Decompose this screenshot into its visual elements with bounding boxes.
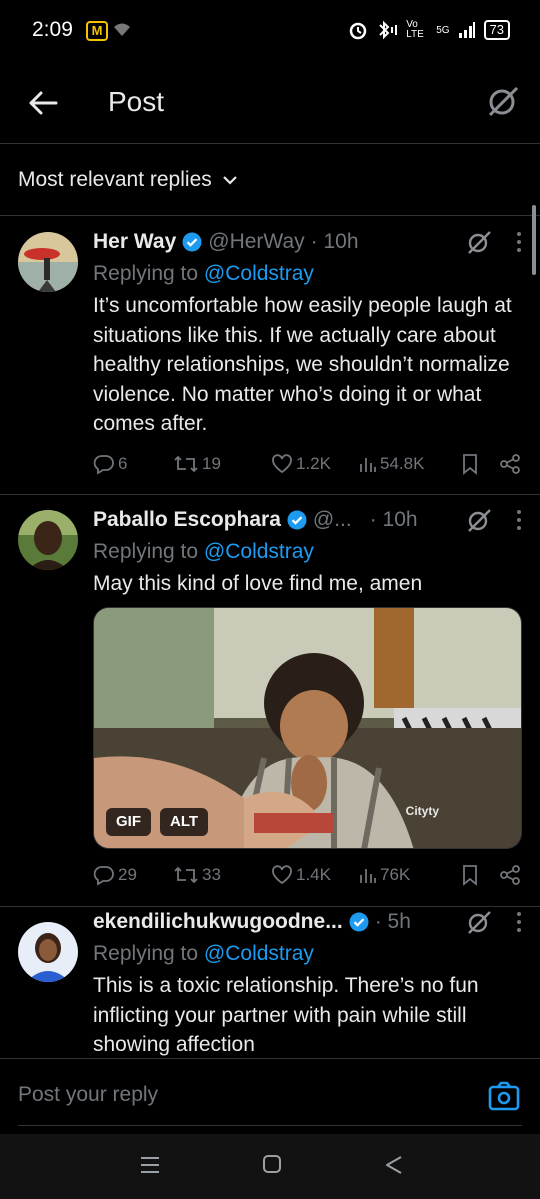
status-time: 2:09 <box>32 18 73 41</box>
alarm-icon <box>349 22 367 40</box>
tweet-actions: 29 33 1.4K 76K <box>93 864 522 886</box>
reply-input-underline <box>18 1125 522 1126</box>
reply-tweet[interactable]: ekendilichukwugoodne... · 5h Replying to… <box>0 907 540 1058</box>
views-icon <box>360 458 376 472</box>
replying-to: Replying to @Coldstray <box>93 942 314 965</box>
chevron-down-icon <box>222 175 237 185</box>
home-icon[interactable] <box>262 1154 282 1174</box>
tweet-text: This is a toxic relationship. There’s no… <box>93 974 479 1056</box>
replying-to: Replying to @Coldstray <box>93 540 314 563</box>
share-icon[interactable] <box>499 453 521 475</box>
replying-to-handle[interactable]: @Coldstray <box>204 262 314 285</box>
alt-text-button[interactable]: ALT <box>160 807 209 836</box>
page-title: Post <box>108 86 165 117</box>
share-icon[interactable] <box>499 864 521 886</box>
avatar[interactable] <box>18 510 78 570</box>
back-arrow-icon[interactable] <box>26 86 60 120</box>
replies-feed: Her Way @HerWay · 10h Replying to @Colds… <box>0 217 540 1058</box>
repost-count: 33 <box>202 865 221 884</box>
back-icon[interactable] <box>384 1154 404 1176</box>
reply-button[interactable]: 29 <box>93 864 173 886</box>
views-button[interactable]: 76K <box>359 865 459 885</box>
gif-media[interactable]: GIF ALT Cityty <box>93 606 522 849</box>
system-nav-bar <box>0 1134 540 1199</box>
bluetooth-icon <box>379 20 398 40</box>
like-button[interactable]: 1.2K <box>271 454 359 474</box>
reply-input[interactable]: Post your reply <box>18 1083 158 1107</box>
more-options-icon[interactable] <box>516 911 522 933</box>
post-time: · 5h <box>374 910 411 933</box>
views-button[interactable]: 54.8K <box>359 454 459 474</box>
more-options-icon[interactable] <box>516 509 522 531</box>
top-app-bar: Post <box>0 62 540 144</box>
replying-to-handle[interactable]: @Coldstray <box>204 540 314 563</box>
bookmark-icon[interactable] <box>461 864 479 886</box>
avatar[interactable] <box>18 232 78 292</box>
tweet-actions: 6 19 1.2K 54.8K <box>93 453 522 475</box>
media-watermark: Cityty <box>405 803 439 818</box>
like-count: 1.4K <box>296 865 331 884</box>
repost-icon <box>174 866 198 884</box>
signal-icon <box>458 22 475 38</box>
reply-count: 6 <box>118 454 128 473</box>
replying-to: Replying to @Coldstray <box>93 262 314 285</box>
author-name[interactable]: ekendilichukwugoodne... <box>93 910 343 934</box>
battery-level: 73 <box>483 20 510 40</box>
gif-badge: GIF <box>106 807 151 836</box>
avatar[interactable] <box>18 922 78 982</box>
volte-label: Vo LTE <box>406 19 424 40</box>
verified-badge-icon <box>182 232 202 252</box>
grok-icon[interactable] <box>486 84 520 118</box>
reply-tweet[interactable]: Paballo Escophara @... · 10h Replying to… <box>0 495 540 907</box>
post-time: · 10h <box>310 230 359 253</box>
reply-composer: Post your reply <box>0 1058 540 1134</box>
view-count: 76K <box>380 865 411 884</box>
wifi-icon <box>114 23 130 36</box>
post-time: · 10h <box>369 508 418 531</box>
views-icon <box>360 869 376 883</box>
network-label: 5G <box>436 24 450 36</box>
author-name[interactable]: Her Way <box>93 230 176 254</box>
replying-to-handle[interactable]: @Coldstray <box>204 942 314 965</box>
reply-tweet[interactable]: Her Way @HerWay · 10h Replying to @Colds… <box>0 217 540 495</box>
repost-button[interactable]: 33 <box>173 864 271 886</box>
heart-icon <box>272 454 292 474</box>
author-handle[interactable]: @HerWay <box>208 230 304 254</box>
reply-button[interactable]: 6 <box>93 453 173 475</box>
bookmark-icon[interactable] <box>461 453 479 475</box>
tweet-text: It’s uncomfortable how easily people lau… <box>93 294 512 435</box>
repost-count: 19 <box>202 454 221 473</box>
tweet-text: May this kind of love find me, amen <box>93 572 423 595</box>
reply-icon <box>93 455 114 475</box>
status-icons: Vo LTE 5G 73 <box>348 20 510 40</box>
author-name[interactable]: Paballo Escophara <box>93 508 281 532</box>
view-count: 54.8K <box>380 454 425 473</box>
reply-icon <box>93 866 114 886</box>
grok-icon[interactable] <box>466 507 492 533</box>
verified-badge-icon <box>287 510 307 530</box>
more-options-icon[interactable] <box>516 231 522 253</box>
repost-button[interactable]: 19 <box>173 453 271 475</box>
app-notification-icon: M <box>86 21 108 41</box>
grok-icon[interactable] <box>466 229 492 255</box>
grok-icon[interactable] <box>466 909 492 935</box>
reply-sort-dropdown[interactable]: Most relevant replies <box>0 144 540 216</box>
author-handle[interactable]: @... <box>313 508 352 532</box>
like-count: 1.2K <box>296 454 331 473</box>
reply-count: 29 <box>118 865 137 884</box>
heart-icon <box>272 865 292 885</box>
verified-badge-icon <box>349 912 369 932</box>
camera-icon[interactable] <box>488 1081 520 1111</box>
reply-sort-label: Most relevant replies <box>18 167 212 191</box>
repost-icon <box>174 455 198 473</box>
status-bar: 2:09 M Vo LTE 5G 73 <box>0 0 540 62</box>
like-button[interactable]: 1.4K <box>271 865 359 885</box>
menu-icon[interactable] <box>139 1154 161 1176</box>
